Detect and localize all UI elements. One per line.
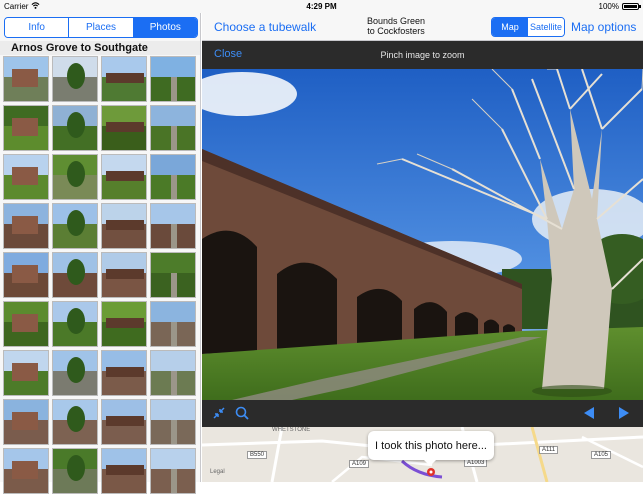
map-type-satellite[interactable]: Satellite [528, 18, 564, 36]
photo-thumbnail[interactable] [52, 252, 98, 298]
photo-thumbnail[interactable] [3, 105, 49, 151]
route-title-line2: to Cockfosters [367, 26, 425, 36]
photo-thumbnail[interactable] [3, 203, 49, 249]
tab-info[interactable]: Info [5, 18, 70, 37]
photo-thumbnail[interactable] [150, 399, 196, 445]
battery-icon [622, 3, 641, 10]
road-label: A109 [349, 460, 370, 468]
photo-thumbnail[interactable] [101, 399, 147, 445]
viaduct-photo [202, 69, 643, 400]
route-title: Bounds Green to Cockfosters [358, 16, 434, 36]
tab-places[interactable]: Places [69, 18, 134, 37]
photo-thumbnail[interactable] [150, 56, 196, 102]
tab-photos[interactable]: Photos [133, 18, 197, 37]
photo-thumbnail[interactable] [52, 105, 98, 151]
photo-thumbnail[interactable] [52, 301, 98, 347]
photo-thumbnail[interactable] [101, 56, 147, 102]
photo-location-callout[interactable]: I took this photo here... [368, 431, 494, 466]
photo-thumbnail[interactable] [150, 448, 196, 494]
photo-thumbnail[interactable] [3, 301, 49, 347]
photo-thumbnail[interactable] [101, 203, 147, 249]
section-header: Arnos Grove to Southgate [0, 41, 200, 55]
status-bar: Carrier 4:29 PM 100% [0, 0, 643, 13]
photo-thumbnail[interactable] [3, 56, 49, 102]
photo-thumbnail[interactable] [52, 56, 98, 102]
photo-thumbnail[interactable] [101, 252, 147, 298]
photo-thumbnail[interactable] [52, 399, 98, 445]
road-label: A1003 [464, 459, 488, 467]
photo-thumbnail[interactable] [3, 448, 49, 494]
photo-viewer-bottom-bar [202, 400, 643, 427]
photo-thumbnail[interactable] [150, 301, 196, 347]
search-icon[interactable] [233, 404, 251, 422]
road-label: A105 [591, 451, 612, 459]
photo-thumbnail[interactable] [3, 252, 49, 298]
clock: 4:29 PM [306, 2, 337, 11]
photo-thumbnail[interactable] [101, 301, 147, 347]
map-type-map[interactable]: Map [492, 18, 528, 36]
area-label: WHETSTONE [272, 427, 311, 433]
map-pin-icon[interactable] [426, 467, 436, 479]
photo-viewer-toolbar: Close Pinch image to zoom [202, 41, 643, 69]
route-title-line1: Bounds Green [366, 16, 426, 26]
photo-thumbnail[interactable] [101, 105, 147, 151]
photo-thumbnail[interactable] [101, 350, 147, 396]
left-panel: Info Places Photos Arnos Grove to Southg… [0, 13, 201, 494]
photo-thumbnail[interactable] [150, 154, 196, 200]
photo-thumbnail[interactable] [3, 154, 49, 200]
photo-thumbnail[interactable] [150, 252, 196, 298]
photo-thumbnail[interactable] [150, 105, 196, 151]
road-label: B550 [247, 451, 268, 459]
battery-percent: 100% [598, 2, 619, 11]
photo-thumbnail[interactable] [52, 350, 98, 396]
photo-thumbnail[interactable] [101, 448, 147, 494]
panel-tabs: Info Places Photos [4, 17, 198, 38]
choose-tubewalk-button[interactable]: Choose a tubewalk [214, 20, 316, 34]
map-type-control: Map Satellite [491, 17, 565, 37]
photo-thumbnail[interactable] [101, 154, 147, 200]
photo-thumbnail[interactable] [52, 154, 98, 200]
photo-thumbnail[interactable] [52, 203, 98, 249]
map-options-button[interactable]: Map options [571, 20, 636, 34]
photo-thumbnail[interactable] [52, 448, 98, 494]
zoom-hint: Pinch image to zoom [380, 50, 465, 60]
legal-link[interactable]: Legal [210, 469, 225, 475]
photo-thumbnail[interactable] [150, 350, 196, 396]
previous-photo-icon[interactable] [580, 404, 598, 422]
photo-thumbnail[interactable] [3, 399, 49, 445]
shrink-icon[interactable] [210, 404, 228, 422]
photo-thumbnail[interactable] [150, 203, 196, 249]
photo-image[interactable] [202, 69, 643, 400]
photo-thumbnail-grid [3, 56, 199, 494]
nav-bar: Choose a tubewalk Bounds Green to Cockfo… [202, 13, 643, 41]
road-label: A111 [539, 446, 559, 454]
next-photo-icon[interactable] [615, 404, 633, 422]
photo-thumbnail[interactable] [3, 350, 49, 396]
